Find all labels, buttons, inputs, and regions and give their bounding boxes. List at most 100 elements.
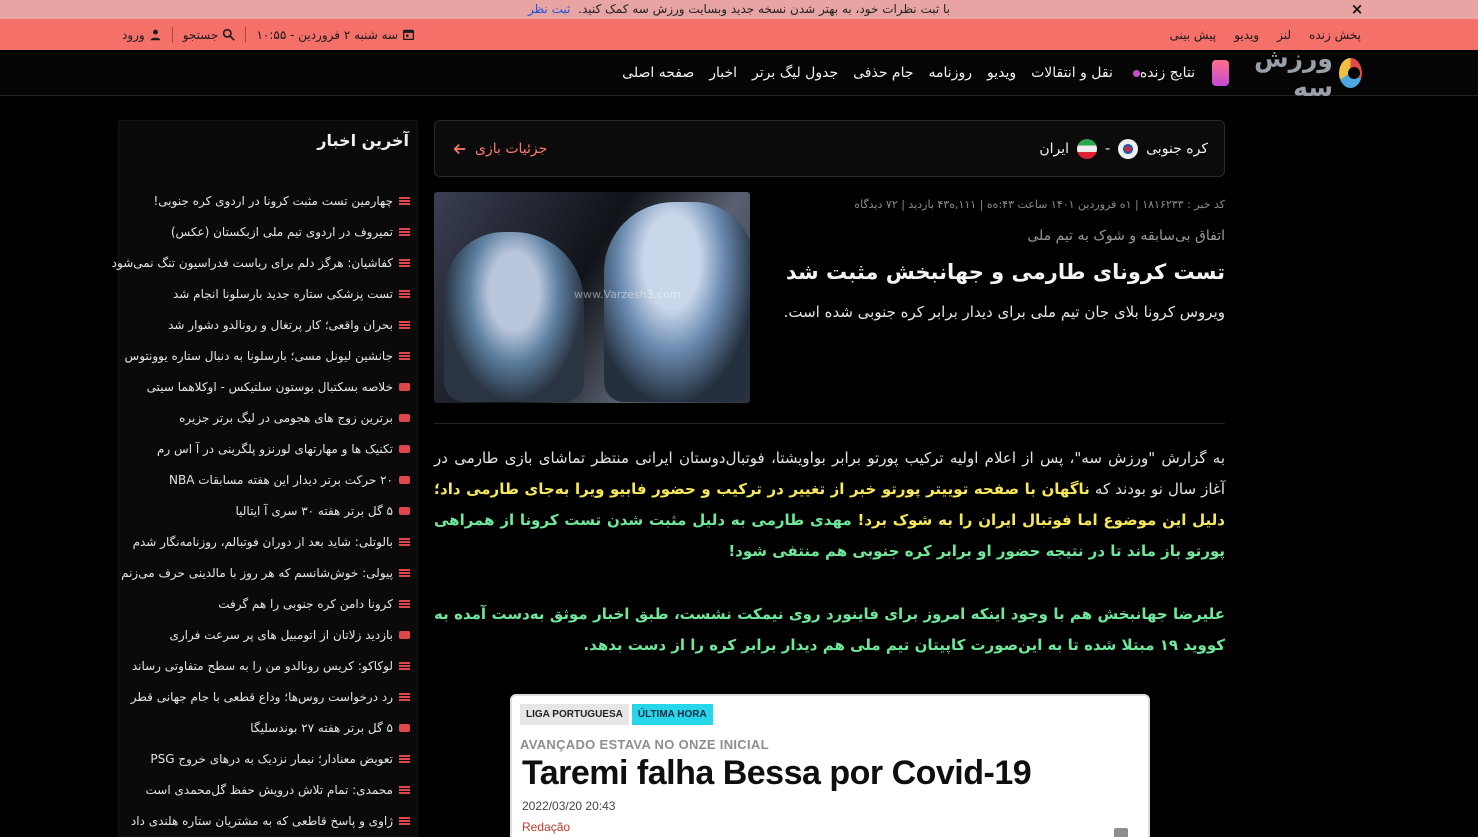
news-list-item[interactable]: جانشین لیونل مسی؛ بارسلونا به دنبال ستار… [125, 340, 410, 371]
match-details-link[interactable]: جزئیات بازی [453, 121, 547, 176]
embed-headline: Taremi falha Bessa por Covid-19 [522, 754, 1032, 792]
nav-live-results-label: نتایج زنده [1139, 65, 1195, 81]
paragraph-2: علیرضا جهانبخش هم با وجود اینکه امروز بر… [434, 599, 1225, 661]
nav-cup[interactable]: جام حذفی [853, 65, 913, 81]
embed-tag-breaking: ÚLTIMA HORA [631, 704, 713, 725]
news-item-label: جانشین لیونل مسی؛ بارسلونا به دنبال ستار… [124, 348, 393, 363]
news-list-item[interactable]: تست پزشکی ستاره جدید بارسلونا انجام شد [125, 278, 410, 309]
news-icon [399, 258, 410, 267]
arrow-left-icon [453, 143, 466, 154]
news-icon [399, 320, 410, 329]
news-list-item[interactable]: بحران واقعی؛ کار پرتغال و رونالدو دشوار … [125, 309, 410, 340]
news-icon [399, 692, 410, 701]
player-figure-right [604, 202, 750, 402]
news-list-item[interactable]: ۲۰ حرکت برتر دیدار این هفته مسابقات NBA [125, 464, 410, 495]
news-list-item[interactable]: برترین زوج های هجومی در لیگ برتر جزیره [125, 402, 410, 433]
news-item-label: ۵ گل برتر هفته ۳۰ سری آ ایتالیا [235, 503, 393, 518]
news-icon [399, 816, 410, 825]
util-link-video[interactable]: ویدیو [1234, 28, 1259, 42]
news-list-item[interactable]: کرونا دامن کره جنوبی را هم گرفت [125, 588, 410, 619]
video-icon [399, 475, 410, 484]
search-button[interactable]: جستجو [183, 28, 236, 42]
embed-subtitle: AVANÇADO ESTAVA NO ONZE INICIAL [520, 737, 769, 752]
news-icon [399, 289, 410, 298]
news-item-label: ژاوی و پاسخ قاطعی که به مشتریان ستاره هل… [130, 813, 393, 828]
news-list-item[interactable]: ۵ گل برتر هفته ۲۷ بوندسلیگا [125, 712, 410, 743]
news-list-item[interactable]: کفاشیان: هرگز دلم برای ریاست فدراسیون تن… [112, 247, 410, 278]
news-icon [399, 754, 410, 763]
video-icon [399, 630, 410, 639]
news-item-label: تمیروف در اردوی تیم ملی ازبکستان (عکس) [170, 224, 393, 239]
article-lead: ویروس کرونا بلای جان تیم ملی برای دیدار … [783, 303, 1225, 321]
logo-badge-icon [1212, 60, 1229, 86]
comment-icon [1114, 828, 1128, 837]
news-item-label: کفاشیان: هرگز دلم برای ریاست فدراسیون تن… [111, 255, 393, 270]
nav-video[interactable]: ویدیو [987, 65, 1016, 81]
news-item-label: تست پزشکی ستاره جدید بارسلونا انجام شد [172, 286, 393, 301]
close-icon[interactable]: × [1350, 0, 1364, 19]
article-body: به گزارش "ورزش سه"، پس از اعلام اولیه تر… [434, 443, 1225, 661]
match-teams[interactable]: کره جنوبی - ایران [1039, 121, 1208, 176]
news-item-label: بحران واقعی؛ کار پرتغال و رونالدو دشوار … [168, 317, 393, 332]
news-list-item[interactable]: تمیروف در اردوی تیم ملی ازبکستان (عکس) [125, 216, 410, 247]
utility-tools: ورود جستجو سه شنبه ۲ فروردین - ۱۰:۵۵ [122, 19, 415, 50]
nav-news[interactable]: اخبار [709, 65, 737, 81]
feedback-link[interactable]: ثبت نظر [528, 2, 570, 16]
news-item-label: رد درخواست روس‌ها؛ وداع قطعی با جام جهان… [130, 689, 393, 704]
nav-links: صفحه اصلی اخبار جدول لیگ برتر جام حذفی ر… [622, 50, 1195, 96]
util-link-lens[interactable]: لنز [1277, 28, 1291, 42]
news-list-item[interactable]: ژاوی و پاسخ قاطعی که به مشتریان ستاره هل… [125, 805, 410, 836]
news-list-item[interactable]: بالوتلی: شاید بعد از دوران فوتبالم، روزن… [125, 526, 410, 557]
news-icon [399, 599, 410, 608]
news-list-item[interactable]: تعویض معنادار؛ نیمار نزدیک به درهای خروج… [125, 743, 410, 774]
search-label: جستجو [182, 27, 219, 42]
divider [434, 423, 1225, 424]
news-list-item[interactable]: خلاصه بسکتبال بوستون سلتیکس - اوکلاهما س… [125, 371, 410, 402]
nav-live-results[interactable]: نتایج زنده [1128, 65, 1195, 81]
news-list-item[interactable]: محمدی: تمام تلاش درویش حفظ گل‌محمدی است [125, 774, 410, 805]
news-item-label: ۵ گل برتر هفته ۲۷ بوندسلیگا [250, 720, 393, 735]
datetime-text: سه شنبه ۲ فروردین - ۱۰:۵۵ [256, 27, 399, 42]
news-list-item[interactable]: بازدید زلاتان از اتومبیل های پر سرعت فرا… [125, 619, 410, 650]
match-bar: کره جنوبی - ایران جزئیات بازی [434, 120, 1225, 177]
news-item-label: ۲۰ حرکت برتر دیدار این هفته مسابقات NBA [169, 472, 393, 487]
login-button[interactable]: ورود [122, 28, 162, 42]
news-item-label: محمدی: تمام تلاش درویش حفظ گل‌محمدی است [145, 782, 393, 797]
nav-league-table[interactable]: جدول لیگ برتر [752, 65, 838, 81]
video-icon [399, 382, 410, 391]
logo-mark-icon [1338, 58, 1362, 88]
nav-transfers[interactable]: نقل و انتقالات [1031, 65, 1113, 81]
embedded-news-screenshot: LIGA PORTUGUESA ÚLTIMA HORA AVANÇADO EST… [510, 694, 1150, 837]
news-list-item[interactable]: رد درخواست روس‌ها؛ وداع قطعی با جام جهان… [125, 681, 410, 712]
main-navigation: ورزش سه صفحه اصلی اخبار جدول لیگ برتر جا… [0, 44, 1478, 102]
news-icon [399, 227, 410, 236]
live-dot-icon [1132, 69, 1140, 77]
nav-newspaper[interactable]: روزنامه [929, 65, 972, 81]
news-item-label: پیولی: خوش‌شانسم که هر روز با مالدینی حر… [121, 565, 393, 580]
date-display: سه شنبه ۲ فروردین - ۱۰:۵۵ [256, 28, 415, 42]
video-icon [399, 444, 410, 453]
embed-tags: LIGA PORTUGUESA ÚLTIMA HORA [520, 704, 713, 725]
news-list-item[interactable]: ۵ گل برتر هفته ۳۰ سری آ ایتالیا [125, 495, 410, 526]
home-team: کره جنوبی [1146, 140, 1208, 157]
util-link-predict[interactable]: پیش بینی [1170, 28, 1217, 42]
embed-author: Redação [522, 820, 571, 834]
news-list-item[interactable]: لوکاکو: کریس رونالدو من را به سطح متفاوت… [125, 650, 410, 681]
user-icon [150, 29, 161, 41]
paragraph-1: به گزارش "ورزش سه"، پس از اعلام اولیه تر… [434, 443, 1225, 567]
match-details-label: جزئیات بازی [475, 140, 548, 157]
article-meta: کد خبر : ۱۸۱۶۲۳۳ | ۱ه فروردین ۱۴۰۱ ساعت … [854, 198, 1225, 211]
news-icon [399, 196, 410, 205]
player-figure-left [444, 232, 584, 402]
separator [245, 26, 247, 43]
news-list-item[interactable]: چهارمین تست مثبت کرونا در اردوی کره جنوب… [125, 185, 410, 216]
util-link-live[interactable]: پخش زنده [1309, 28, 1361, 42]
news-item-label: چهارمین تست مثبت کرونا در اردوی کره جنوب… [153, 193, 393, 208]
site-logo[interactable]: ورزش سه [1212, 44, 1362, 102]
news-list-item[interactable]: تکنیک ها و مهارتهای لورنزو پلگرینی در آ … [125, 433, 410, 464]
separator [171, 26, 173, 43]
news-list-item[interactable]: پیولی: خوش‌شانسم که هر روز با مالدینی حر… [121, 557, 410, 588]
image-watermark: www.Varzesh3.com [574, 288, 681, 301]
feedback-banner: با ثبت نظرات خود، به بهتر شدن نسخه جدید … [0, 0, 1478, 19]
nav-home[interactable]: صفحه اصلی [622, 65, 694, 81]
